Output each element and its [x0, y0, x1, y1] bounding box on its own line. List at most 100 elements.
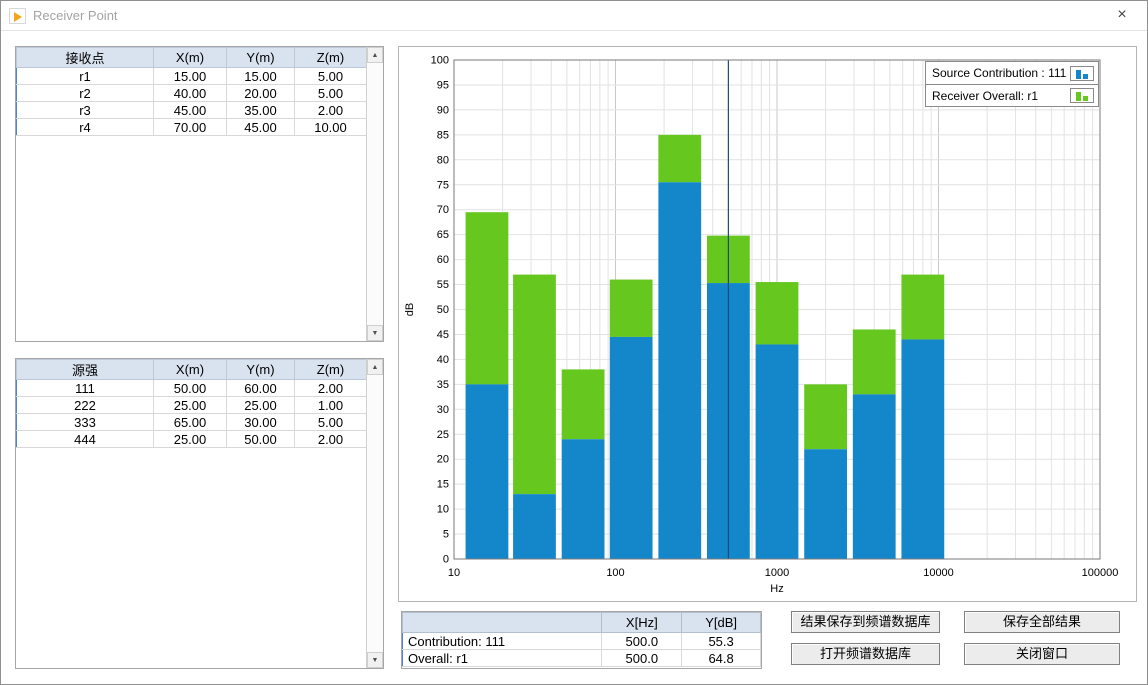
close-window-button[interactable]: 关闭窗口 [964, 643, 1120, 665]
table-cell[interactable]: 20.00 [227, 85, 295, 102]
spectrum-chart[interactable]: 0510152025303540455055606570758085909510… [399, 47, 1136, 601]
table-cell[interactable]: 5.00 [295, 85, 367, 102]
table-cell[interactable]: 45.00 [227, 119, 295, 136]
y-tick-label: 80 [437, 154, 449, 166]
column-header [403, 613, 602, 633]
table-cell[interactable]: 5.00 [295, 68, 367, 85]
table-cell[interactable]: 1.00 [295, 397, 367, 414]
save-all-results-button[interactable]: 保存全部结果 [964, 611, 1120, 633]
save-to-spectrum-db-button[interactable]: 结果保存到频谱数据库 [791, 611, 940, 633]
overall-bar[interactable] [853, 329, 896, 394]
close-icon[interactable]: × [1111, 6, 1133, 24]
table-cell[interactable]: r2 [17, 85, 154, 102]
table-cell[interactable]: 60.00 [227, 380, 295, 397]
receiver-point-window: Receiver Point × 接收点X(m)Y(m)Z(m)r115.001… [0, 0, 1148, 685]
overall-bar[interactable] [513, 275, 556, 495]
contribution-bar[interactable] [513, 494, 556, 559]
table-cell[interactable]: 45.00 [154, 102, 227, 119]
column-header: 源强 [17, 360, 154, 380]
source-table-panel: 源强X(m)Y(m)Z(m)11150.0060.002.0022225.002… [15, 358, 384, 669]
table-cell[interactable]: 2.00 [295, 380, 367, 397]
table-cell[interactable]: 500.0 [602, 650, 682, 667]
table-cell[interactable]: 40.00 [154, 85, 227, 102]
overall-bar[interactable] [901, 275, 944, 340]
overall-bar[interactable] [658, 135, 701, 182]
overall-bar[interactable] [610, 280, 653, 337]
green-bars-icon [1070, 88, 1094, 103]
overall-bar[interactable] [804, 384, 847, 449]
y-tick-label: 45 [437, 329, 449, 341]
table-cell[interactable]: 444 [17, 431, 154, 448]
table-cell[interactable]: 25.00 [227, 397, 295, 414]
table-cell[interactable]: 50.00 [227, 431, 295, 448]
table-cell[interactable]: 35.00 [227, 102, 295, 119]
table-cell[interactable]: r1 [17, 68, 154, 85]
contribution-bar[interactable] [756, 344, 799, 559]
column-header: Y[dB] [682, 613, 761, 633]
table-cell[interactable]: 500.0 [602, 633, 682, 650]
table-cell[interactable]: 5.00 [295, 414, 367, 431]
source-table[interactable]: 源强X(m)Y(m)Z(m)11150.0060.002.0022225.002… [16, 359, 367, 448]
table-cell[interactable]: 2.00 [295, 431, 367, 448]
y-tick-label: 35 [437, 379, 449, 391]
open-spectrum-db-button[interactable]: 打开频谱数据库 [791, 643, 940, 665]
contribution-bar[interactable] [658, 182, 701, 559]
y-tick-label: 0 [443, 554, 449, 566]
contribution-bar[interactable] [901, 339, 944, 559]
y-tick-label: 10 [437, 504, 449, 516]
source-table-scrollbar[interactable]: ▲ ▼ [366, 359, 383, 668]
overall-bar[interactable] [756, 282, 799, 344]
table-cell[interactable]: 50.00 [154, 380, 227, 397]
table-cell[interactable]: 64.8 [682, 650, 761, 667]
table-row: r240.0020.005.00 [17, 85, 367, 102]
table-cell[interactable]: 65.00 [154, 414, 227, 431]
table-cell[interactable]: 30.00 [227, 414, 295, 431]
column-header: Y(m) [227, 360, 295, 380]
table-cell[interactable]: 55.3 [682, 633, 761, 650]
y-tick-label: 50 [437, 304, 449, 316]
contribution-bar[interactable] [610, 337, 653, 559]
table-row: r345.0035.002.00 [17, 102, 367, 119]
table-cell[interactable]: Overall: r1 [403, 650, 602, 667]
x-tick-label: 1000 [765, 567, 789, 579]
x-tick-label: 10 [448, 567, 460, 579]
receiver-table[interactable]: 接收点X(m)Y(m)Z(m)r115.0015.005.00r240.0020… [16, 47, 367, 136]
table-cell[interactable]: 222 [17, 397, 154, 414]
table-cell[interactable]: Contribution: 111 [403, 633, 602, 650]
legend-item-overall[interactable]: Receiver Overall: r1 [926, 84, 1098, 106]
contribution-bar[interactable] [562, 439, 605, 559]
overall-bar[interactable] [466, 212, 509, 384]
table-row: r470.0045.0010.00 [17, 119, 367, 136]
table-cell[interactable]: 111 [17, 380, 154, 397]
y-axis-label: dB [404, 303, 416, 316]
x-tick-label: 100000 [1082, 567, 1119, 579]
legend-item-contribution[interactable]: Source Contribution : 111 [926, 62, 1098, 84]
table-cell[interactable]: 25.00 [154, 431, 227, 448]
scroll-down-icon[interactable]: ▼ [367, 652, 383, 668]
table-cell[interactable]: 333 [17, 414, 154, 431]
scroll-down-icon[interactable]: ▼ [367, 325, 383, 341]
table-cell[interactable]: r4 [17, 119, 154, 136]
table-cell[interactable]: 15.00 [154, 68, 227, 85]
scroll-up-icon[interactable]: ▲ [367, 47, 383, 63]
table-cell[interactable]: 70.00 [154, 119, 227, 136]
receiver-table-scrollbar[interactable]: ▲ ▼ [366, 47, 383, 341]
y-tick-label: 5 [443, 529, 449, 541]
x-tick-label: 100 [606, 567, 624, 579]
table-cell[interactable]: r3 [17, 102, 154, 119]
cursor-readout-panel: X[Hz]Y[dB]Contribution: 111500.055.3Over… [401, 611, 762, 669]
table-cell[interactable]: 2.00 [295, 102, 367, 119]
contribution-bar[interactable] [466, 384, 509, 559]
legend-label: Source Contribution : 111 [932, 66, 1066, 80]
chart-legend: Source Contribution : 111 Receiver Overa… [925, 61, 1099, 107]
overall-bar[interactable] [562, 369, 605, 439]
titlebar: Receiver Point × [1, 1, 1147, 31]
y-tick-label: 15 [437, 479, 449, 491]
table-cell[interactable]: 15.00 [227, 68, 295, 85]
y-tick-label: 90 [437, 104, 449, 116]
table-cell[interactable]: 25.00 [154, 397, 227, 414]
scroll-up-icon[interactable]: ▲ [367, 359, 383, 375]
contribution-bar[interactable] [853, 394, 896, 559]
contribution-bar[interactable] [804, 449, 847, 559]
table-cell[interactable]: 10.00 [295, 119, 367, 136]
